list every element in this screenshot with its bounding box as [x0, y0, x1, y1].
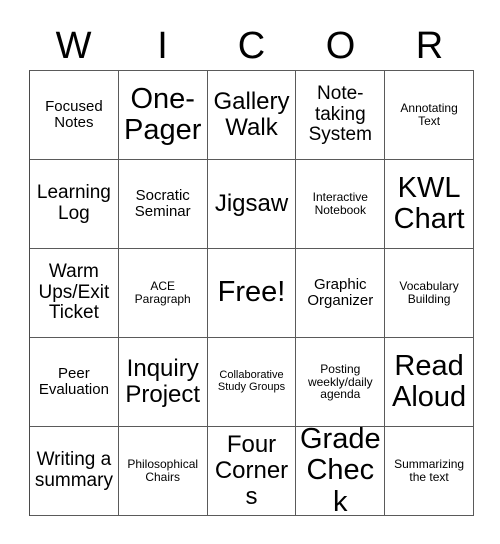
bingo-cell-label: Summarizing the text — [394, 457, 465, 484]
bingo-cell-r4c4[interactable]: Posting weekly/daily agenda — [296, 338, 386, 427]
bingo-cell-label: Learning Log — [36, 182, 111, 224]
bingo-header: W I C O R — [29, 22, 474, 70]
bingo-cell-label: ACE Paragraph — [134, 279, 191, 306]
header-letter-o: O — [325, 25, 356, 67]
bingo-cell-label: Jigsaw — [214, 190, 289, 218]
bingo-cell-label: Socratic Seminar — [134, 186, 191, 220]
bingo-cell-r2c5[interactable]: KWL Chart — [385, 160, 474, 249]
bingo-cell-r3c1[interactable]: Warm Ups/Exit Ticket — [30, 249, 119, 338]
bingo-cell-r2c4[interactable]: Interactive Notebook — [296, 160, 386, 249]
bingo-cell-label: KWL Chart — [393, 171, 465, 235]
bingo-cell-r4c2[interactable]: Inquiry Project — [118, 338, 208, 427]
bingo-cell-label: Read Aloud — [392, 349, 467, 413]
bingo-cell-free-space[interactable]: Free! — [207, 249, 297, 338]
bingo-cell-r4c5[interactable]: Read Aloud — [385, 338, 474, 427]
bingo-cell-r3c2[interactable]: ACE Paragraph — [118, 249, 208, 338]
bingo-cell-r1c4[interactable]: Note-taking System — [296, 71, 386, 160]
bingo-cell-r5c1[interactable]: Writing a summary — [30, 427, 119, 516]
bingo-cell-label: Graphic Organizer — [307, 275, 374, 309]
bingo-cell-r5c3[interactable]: Four Corners — [207, 427, 297, 516]
bingo-cell-label: One-Pager — [124, 82, 202, 146]
bingo-cell-label: Annotating Text — [400, 101, 458, 128]
bingo-cell-r2c3[interactable]: Jigsaw — [207, 160, 297, 249]
bingo-cell-r1c2[interactable]: One-Pager — [118, 71, 208, 160]
bingo-cell-r1c1[interactable]: Focused Notes — [30, 71, 119, 160]
bingo-cell-label: Philosophical Chairs — [127, 457, 199, 484]
bingo-cell-r5c2[interactable]: Philosophical Chairs — [118, 427, 208, 516]
bingo-cell-r4c1[interactable]: Peer Evaluation — [30, 338, 119, 427]
bingo-cell-label: Focused Notes — [45, 97, 103, 131]
bingo-cell-label: Note-taking System — [308, 83, 372, 146]
header-letter-w: W — [55, 25, 92, 67]
header-letter-r: R — [415, 25, 444, 67]
bingo-cell-label: Writing a summary — [34, 449, 113, 491]
bingo-cell-label: Vocabulary Building — [399, 279, 459, 306]
bingo-cell-r5c4[interactable]: Grade Check — [296, 427, 386, 516]
bingo-cell-r1c5[interactable]: Annotating Text — [385, 71, 474, 160]
bingo-cell-label: Posting weekly/daily agenda — [307, 361, 373, 402]
header-letter-i: I — [157, 25, 168, 67]
header-letter-c: C — [237, 25, 266, 67]
bingo-cell-label: Gallery Walk — [213, 88, 290, 141]
bingo-cell-label: Collaborative Study Groups — [217, 369, 286, 393]
bingo-cell-label: Inquiry Project — [125, 355, 201, 408]
bingo-cell-r3c4[interactable]: Graphic Organizer — [296, 249, 386, 338]
bingo-cell-r3c5[interactable]: Vocabulary Building — [385, 249, 474, 338]
bingo-cell-label: Peer Evaluation — [38, 364, 109, 398]
bingo-cell-label: Interactive Notebook — [312, 190, 368, 217]
bingo-cell-label: Four Corners — [214, 431, 289, 510]
bingo-cell-label: Free! — [217, 276, 286, 309]
bingo-cell-r1c3[interactable]: Gallery Walk — [207, 71, 297, 160]
bingo-card: W I C O R Focused Notes One-Pager Galler… — [0, 0, 500, 544]
bingo-cell-label: Grade Check — [299, 427, 381, 516]
bingo-cell-r5c5[interactable]: Summarizing the text — [385, 427, 474, 516]
bingo-cell-r4c3[interactable]: Collaborative Study Groups — [207, 338, 297, 427]
bingo-grid: Focused Notes One-Pager Gallery Walk Not… — [29, 70, 474, 516]
bingo-cell-r2c1[interactable]: Learning Log — [30, 160, 119, 249]
bingo-cell-r2c2[interactable]: Socratic Seminar — [118, 160, 208, 249]
bingo-cell-label: Warm Ups/Exit Ticket — [38, 261, 110, 324]
